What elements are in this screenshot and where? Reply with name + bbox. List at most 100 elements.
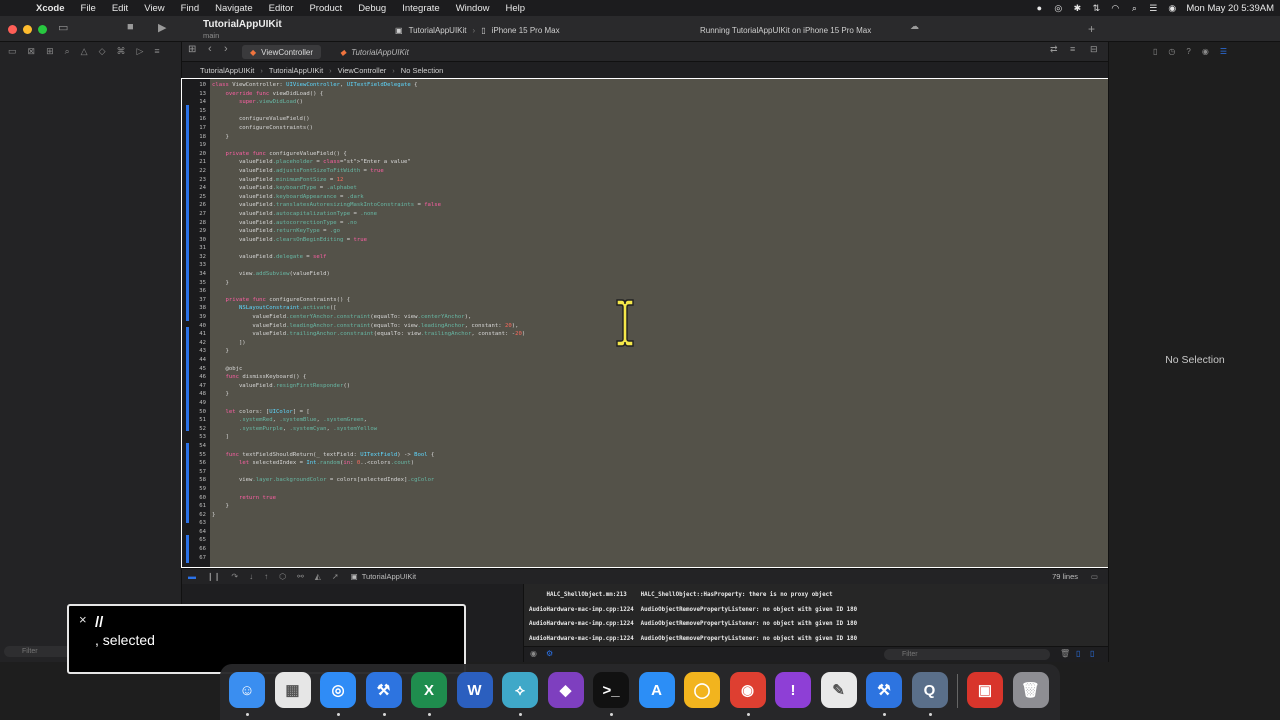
code-line[interactable]: 67 bbox=[199, 554, 1108, 563]
network-icon[interactable]: ⇅ bbox=[1091, 3, 1101, 14]
attributes-icon[interactable]: ☰ bbox=[1220, 47, 1227, 56]
code-line[interactable]: 53 ] bbox=[199, 433, 1108, 442]
code-line[interactable]: 38 NSLayoutConstraint.activate([ bbox=[199, 304, 1108, 313]
source-control-icon[interactable]: ⊠ bbox=[28, 46, 36, 57]
line-number[interactable]: 57 bbox=[188, 468, 206, 477]
code-line[interactable]: 42 ]) bbox=[199, 339, 1108, 348]
feedback-icon[interactable]: ! bbox=[775, 672, 811, 708]
code-line[interactable]: 48 } bbox=[199, 390, 1108, 399]
code-line[interactable]: 22 valueField.adjustsFontSizeToFitWidth … bbox=[199, 167, 1108, 176]
code-line[interactable]: 13 override func viewDidLoad() { bbox=[199, 90, 1108, 99]
breakpoint-icon[interactable]: ▷ bbox=[137, 46, 144, 57]
jumpbar-file[interactable]: ViewController bbox=[338, 66, 387, 75]
line-number[interactable]: 19 bbox=[188, 141, 206, 150]
line-number[interactable]: 17 bbox=[188, 124, 206, 133]
wifi-icon[interactable]: ◠ bbox=[1110, 3, 1120, 14]
back-icon[interactable]: ‹ bbox=[208, 43, 212, 55]
code-line[interactable]: 39 valueField.centerYAnchor.constraint(e… bbox=[199, 313, 1108, 322]
line-number[interactable]: 30 bbox=[188, 236, 206, 245]
code-line[interactable]: 63 bbox=[199, 519, 1108, 528]
line-number[interactable]: 27 bbox=[188, 210, 206, 219]
sidebar-toggle-icon[interactable]: ▭ bbox=[58, 21, 68, 34]
split-editor-icon[interactable]: ⊟ bbox=[1090, 44, 1098, 55]
line-number[interactable]: 35 bbox=[188, 279, 206, 288]
code-line[interactable]: 51 .systemRed, .systemBlue, .systemGreen… bbox=[199, 416, 1108, 425]
line-number[interactable]: 42 bbox=[188, 339, 206, 348]
menu-integrate[interactable]: Integrate bbox=[394, 3, 448, 14]
code-line[interactable]: 31 bbox=[199, 244, 1108, 253]
scheme-selector[interactable]: ▣ TutorialAppUIKit › ▯ iPhone 15 Pro Max bbox=[395, 23, 560, 37]
step-in-icon[interactable]: ↓ bbox=[249, 572, 253, 581]
line-number[interactable]: 36 bbox=[188, 287, 206, 296]
code-line[interactable]: 43 } bbox=[199, 347, 1108, 356]
split-left-icon[interactable]: ▯ bbox=[1076, 649, 1080, 658]
toggle-debug-area-icon[interactable]: ▬ bbox=[188, 572, 196, 581]
code-line[interactable]: 16 configureValueField() bbox=[199, 115, 1108, 124]
line-number[interactable]: 15 bbox=[188, 107, 206, 116]
code-line[interactable]: 60 return true bbox=[199, 494, 1108, 503]
line-number[interactable]: 53 bbox=[188, 433, 206, 442]
code-line[interactable]: 58 view.layer.backgroundColor = colors[s… bbox=[199, 476, 1108, 485]
finder-icon[interactable]: ☺ bbox=[229, 672, 265, 708]
line-number[interactable]: 40 bbox=[188, 322, 206, 331]
tab-tutorialappuikit[interactable]: ◆ TutorialAppUIKit bbox=[332, 45, 417, 59]
code-line[interactable]: 19 bbox=[199, 141, 1108, 150]
grid-icon[interactable]: ⊞ bbox=[188, 44, 196, 55]
step-out-icon[interactable]: ↑ bbox=[264, 572, 268, 581]
code-line[interactable]: 47 valueField.resignFirstResponder() bbox=[199, 382, 1108, 391]
report-icon[interactable]: ≡ bbox=[154, 46, 159, 57]
debug-icon[interactable]: ⌘ bbox=[117, 46, 126, 57]
line-number[interactable]: 56 bbox=[188, 459, 206, 468]
code-line[interactable]: 56 let selectedIndex = Int.random(in: 0.… bbox=[199, 459, 1108, 468]
line-number[interactable]: 48 bbox=[188, 390, 206, 399]
forward-icon[interactable]: › bbox=[224, 43, 228, 55]
code-line[interactable]: 45 @objc bbox=[199, 365, 1108, 374]
code-line[interactable]: 52 .systemPurple, .systemCyan, .systemYe… bbox=[199, 425, 1108, 434]
line-number[interactable]: 33 bbox=[188, 261, 206, 270]
code-line[interactable]: 26 valueField.translatesAutoresizingMask… bbox=[199, 201, 1108, 210]
line-number[interactable]: 51 bbox=[188, 416, 206, 425]
output-filter-icon[interactable]: ⚙ bbox=[546, 649, 553, 658]
line-number[interactable]: 45 bbox=[188, 365, 206, 374]
line-number[interactable]: 34 bbox=[188, 270, 206, 279]
branch-label[interactable]: main bbox=[203, 31, 219, 40]
code-line[interactable]: 61 } bbox=[199, 502, 1108, 511]
code-line[interactable]: 36 bbox=[199, 287, 1108, 296]
line-number[interactable]: 60 bbox=[188, 494, 206, 503]
code-line[interactable]: 25 valueField.keyboardAppearance = .dark bbox=[199, 193, 1108, 202]
line-number[interactable]: 26 bbox=[188, 201, 206, 210]
code-line[interactable]: 40 valueField.leadingAnchor.constraint(e… bbox=[199, 322, 1108, 331]
console-filter[interactable]: Filter bbox=[884, 649, 1050, 660]
file-inspector-icon[interactable]: ▯ bbox=[1153, 47, 1157, 56]
line-number[interactable]: 46 bbox=[188, 373, 206, 382]
line-number[interactable]: 47 bbox=[188, 382, 206, 391]
jumpbar-project[interactable]: TutorialAppUIKit bbox=[200, 66, 254, 75]
code-line[interactable]: 21 valueField.placeholder = class="st">"… bbox=[199, 158, 1108, 167]
xcode-icon[interactable]: ⚒ bbox=[365, 672, 402, 708]
code-line[interactable]: 32 valueField.delegate = self bbox=[199, 253, 1108, 262]
debug-scheme-name[interactable]: TutorialAppUIKit bbox=[362, 572, 416, 581]
chrome-icon[interactable]: ◉ bbox=[729, 672, 766, 708]
tab-viewcontroller[interactable]: ◆ ViewController bbox=[242, 45, 322, 59]
issue-icon[interactable]: △ bbox=[81, 46, 88, 57]
line-number[interactable]: 49 bbox=[188, 399, 206, 408]
line-number[interactable]: 55 bbox=[188, 451, 206, 460]
control-center-icon[interactable]: ☰ bbox=[1148, 3, 1158, 14]
location-icon[interactable]: ➚ bbox=[332, 572, 339, 581]
line-number[interactable]: 61 bbox=[188, 502, 206, 511]
sourcetree-icon[interactable]: ⟡ bbox=[502, 672, 538, 708]
code-line[interactable]: 30 valueField.clearsOnBeginEditing = tru… bbox=[199, 236, 1108, 245]
word-icon[interactable]: W bbox=[456, 672, 493, 708]
code-line[interactable]: 33 bbox=[199, 261, 1108, 270]
code-line[interactable]: 34 view.addSubview(valueField) bbox=[199, 270, 1108, 279]
code-line[interactable]: 15 bbox=[199, 107, 1108, 116]
code-line[interactable]: 28 valueField.autocorrectionType = .no bbox=[199, 219, 1108, 228]
line-number[interactable]: 43 bbox=[188, 347, 206, 356]
line-number[interactable]: 50 bbox=[188, 408, 206, 417]
line-number[interactable]: 37 bbox=[188, 296, 206, 305]
line-number[interactable]: 24 bbox=[188, 184, 206, 193]
menu-edit[interactable]: Edit bbox=[104, 3, 136, 14]
code-line[interactable]: 57 bbox=[199, 468, 1108, 477]
line-number[interactable]: 23 bbox=[188, 176, 206, 185]
code-line[interactable]: 29 valueField.returnKeyType = .go bbox=[199, 227, 1108, 236]
